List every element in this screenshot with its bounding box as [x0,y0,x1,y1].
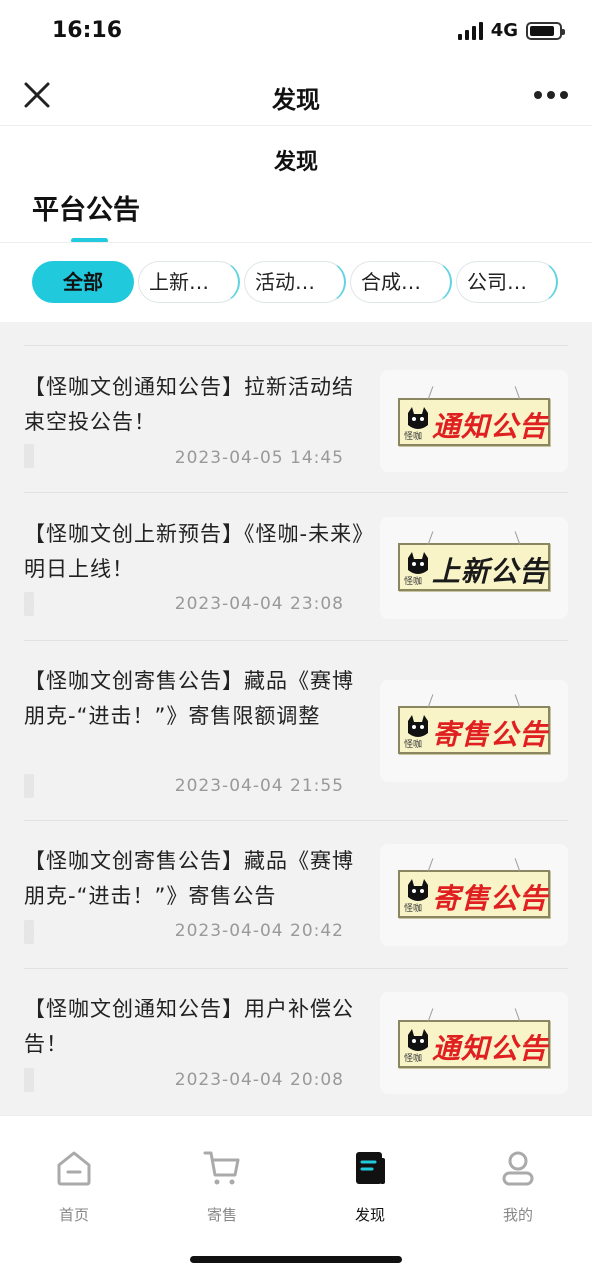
announcement-thumbnail: 怪咖 通知公告 [380,992,568,1094]
profile-icon [502,1151,534,1186]
filter-chip-synthesis[interactable]: 合成… [350,261,452,303]
filter-chip-company[interactable]: 公司… [456,261,558,303]
home-icon [57,1151,91,1186]
status-bar: 16:16 4G [0,0,592,64]
tab-profile[interactable]: 我的 [478,1148,558,1225]
divider [24,640,568,641]
sign-text: 上新公告 [432,555,549,588]
tab-label: 首页 [58,1206,89,1224]
tab-consignment[interactable]: 寄售 [182,1148,262,1225]
item-marker [24,592,34,616]
discover-icon [356,1152,385,1184]
sign-text: 通知公告 [432,410,549,443]
announcement-list: 【怪咖文创通知公告】拉新活动结束空投公告！ 怪咖 通知公告 2023-04-05… [0,322,592,1115]
announcement-date: 2023-04-05 14:45 [174,448,344,468]
list-item[interactable]: 【怪咖文创寄售公告】藏品《赛博朋克-“进击！”》寄售限额调整 怪咖 寄售公告 2… [24,664,568,820]
page-header: 发现 平台公告 全部 上新… 活动… 合成… 公司… [0,126,592,322]
divider [24,345,568,346]
sign-image: 怪咖 上新公告 [398,543,550,591]
cart-icon [203,1151,240,1185]
filter-chip-all[interactable]: 全部 [32,261,134,303]
announcement-date: 2023-04-04 23:08 [174,594,344,614]
announcement-thumbnail: 怪咖 寄售公告 [380,680,568,782]
tab-home[interactable]: 首页 [34,1148,114,1225]
item-marker [24,774,34,798]
item-marker [24,920,34,944]
sign-logo-text: 怪咖 [404,577,423,587]
page-title: 发现 [273,150,318,175]
list-item[interactable]: 【怪咖文创上新预告】《怪咖-未来》明日上线！ 怪咖 上新公告 2023-04-0… [24,517,568,639]
announcement-title: 【怪咖文创寄售公告】藏品《赛博朋克-“进击！”》寄售限额调整 [24,669,354,728]
announcement-title: 【怪咖文创上新预告】《怪咖-未来》明日上线！ [24,522,364,581]
sign-logo-text: 怪咖 [404,432,423,442]
item-marker [24,1068,34,1092]
announcement-title: 【怪咖文创通知公告】拉新活动结束空投公告！ [24,375,354,434]
sign-image: 怪咖 通知公告 [398,1020,550,1068]
tab-label: 发现 [354,1206,385,1224]
item-marker [24,444,34,468]
list-item[interactable]: 【怪咖文创通知公告】拉新活动结束空投公告！ 怪咖 通知公告 2023-04-05… [24,370,568,492]
signal-icon [457,21,483,40]
tab-label: 寄售 [206,1206,237,1224]
tab-platform-announcements[interactable]: 平台公告 [32,188,140,227]
list-item[interactable]: 【怪咖文创通知公告】用户补偿公告！ 怪咖 通知公告 2023-04-04 20:… [24,992,568,1114]
sign-logo-text: 怪咖 [404,904,423,914]
sign-text: 寄售公告 [432,718,549,751]
announcement-thumbnail: 怪咖 上新公告 [380,517,568,619]
tab-label: 我的 [502,1206,533,1224]
divider [24,968,568,969]
divider [24,820,568,821]
status-time: 16:16 [52,18,123,43]
filter-chip-new[interactable]: 上新… [138,261,240,303]
nav-title: 发现 [272,86,320,114]
status-indicators: 4G [457,20,565,41]
divider [24,492,568,493]
sign-image: 怪咖 寄售公告 [398,870,550,918]
announcement-thumbnail: 怪咖 通知公告 [380,370,568,472]
announcement-title: 【怪咖文创通知公告】用户补偿公告！ [24,997,354,1056]
network-type: 4G [490,20,518,41]
more-icon[interactable] [534,86,568,104]
filter-chips: 全部 上新… 活动… 合成… 公司… [32,261,558,303]
announcement-date: 2023-04-04 21:55 [174,776,344,796]
nav-bar: 发现 [0,64,592,126]
announcement-date: 2023-04-04 20:08 [174,1070,344,1090]
divider [0,242,592,243]
tab-discover[interactable]: 发现 [330,1148,410,1225]
sign-logo-text: 怪咖 [404,1054,423,1064]
filter-chip-activity[interactable]: 活动… [244,261,346,303]
announcement-title: 【怪咖文创寄售公告】藏品《赛博朋克-“进击！”》寄售公告 [24,849,354,908]
sign-logo-text: 怪咖 [404,740,423,750]
announcement-thumbnail: 怪咖 寄售公告 [380,844,568,946]
sign-image: 怪咖 通知公告 [398,398,550,446]
sign-image: 怪咖 寄售公告 [398,706,550,754]
battery-icon [526,21,565,40]
sign-text: 通知公告 [432,1032,549,1065]
sign-text: 寄售公告 [432,882,549,915]
home-indicator [190,1256,402,1263]
list-item[interactable]: 【怪咖文创寄售公告】藏品《赛博朋克-“进击！”》寄售公告 怪咖 寄售公告 202… [24,844,568,966]
announcement-date: 2023-04-04 20:42 [174,921,344,941]
